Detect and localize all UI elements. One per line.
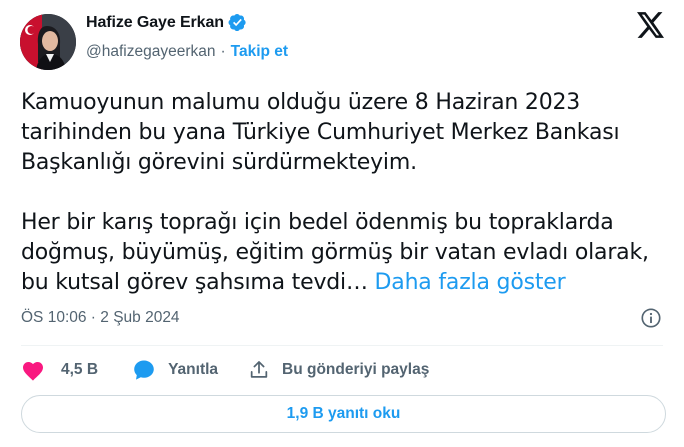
reply-bubble-icon	[134, 360, 154, 380]
info-icon[interactable]	[640, 307, 662, 329]
tweet-text: Kamuoyunun malumu olduğu üzere 8 Haziran…	[21, 88, 671, 298]
author-handle[interactable]: @hafizegayeerkan	[86, 43, 215, 61]
tweet-card: Hafize Gaye Erkan @hafizegayeerkan · Tak…	[0, 0, 684, 447]
read-replies-label: 1,9 B yanıtı oku	[286, 405, 401, 422]
show-more-link[interactable]: Daha fazla göster	[375, 270, 566, 295]
author-handle-row: @hafizegayeerkan · Takip et	[86, 43, 288, 61]
share-label: Bu gönderiyi paylaş	[282, 361, 430, 378]
avatar-image	[20, 14, 76, 70]
share-icon	[250, 361, 268, 378]
read-replies-button[interactable]: 1,9 B yanıtı oku	[21, 395, 666, 433]
action-bar: 4,5 B Yanıtla Bu gönderiyi paylaş	[21, 357, 429, 383]
follow-button[interactable]: Takip et	[231, 43, 288, 61]
like-button[interactable]: 4,5 B	[21, 359, 98, 381]
reply-label: Yanıtla	[168, 361, 219, 378]
share-button[interactable]: Bu gönderiyi paylaş	[248, 359, 429, 381]
reply-button[interactable]: Yanıtla	[132, 358, 218, 382]
avatar[interactable]	[20, 14, 76, 70]
tweet-paragraph-2-wrap: Her bir karış toprağı için bedel ödenmiş…	[21, 208, 671, 298]
author-name-row: Hafize Gaye Erkan	[86, 13, 247, 32]
separator-dot: ·	[220, 43, 226, 60]
heart-icon	[23, 362, 43, 381]
divider	[21, 345, 663, 346]
tweet-timestamp[interactable]: ÖS 10:06 · 2 Şub 2024	[21, 309, 180, 327]
tweet-paragraph-1: Kamuoyunun malumu olduğu üzere 8 Haziran…	[21, 90, 620, 175]
author-display-name[interactable]: Hafize Gaye Erkan	[86, 14, 224, 32]
x-logo-icon[interactable]	[637, 12, 665, 38]
like-count: 4,5 B	[61, 361, 99, 378]
verified-badge-icon[interactable]	[228, 13, 247, 32]
